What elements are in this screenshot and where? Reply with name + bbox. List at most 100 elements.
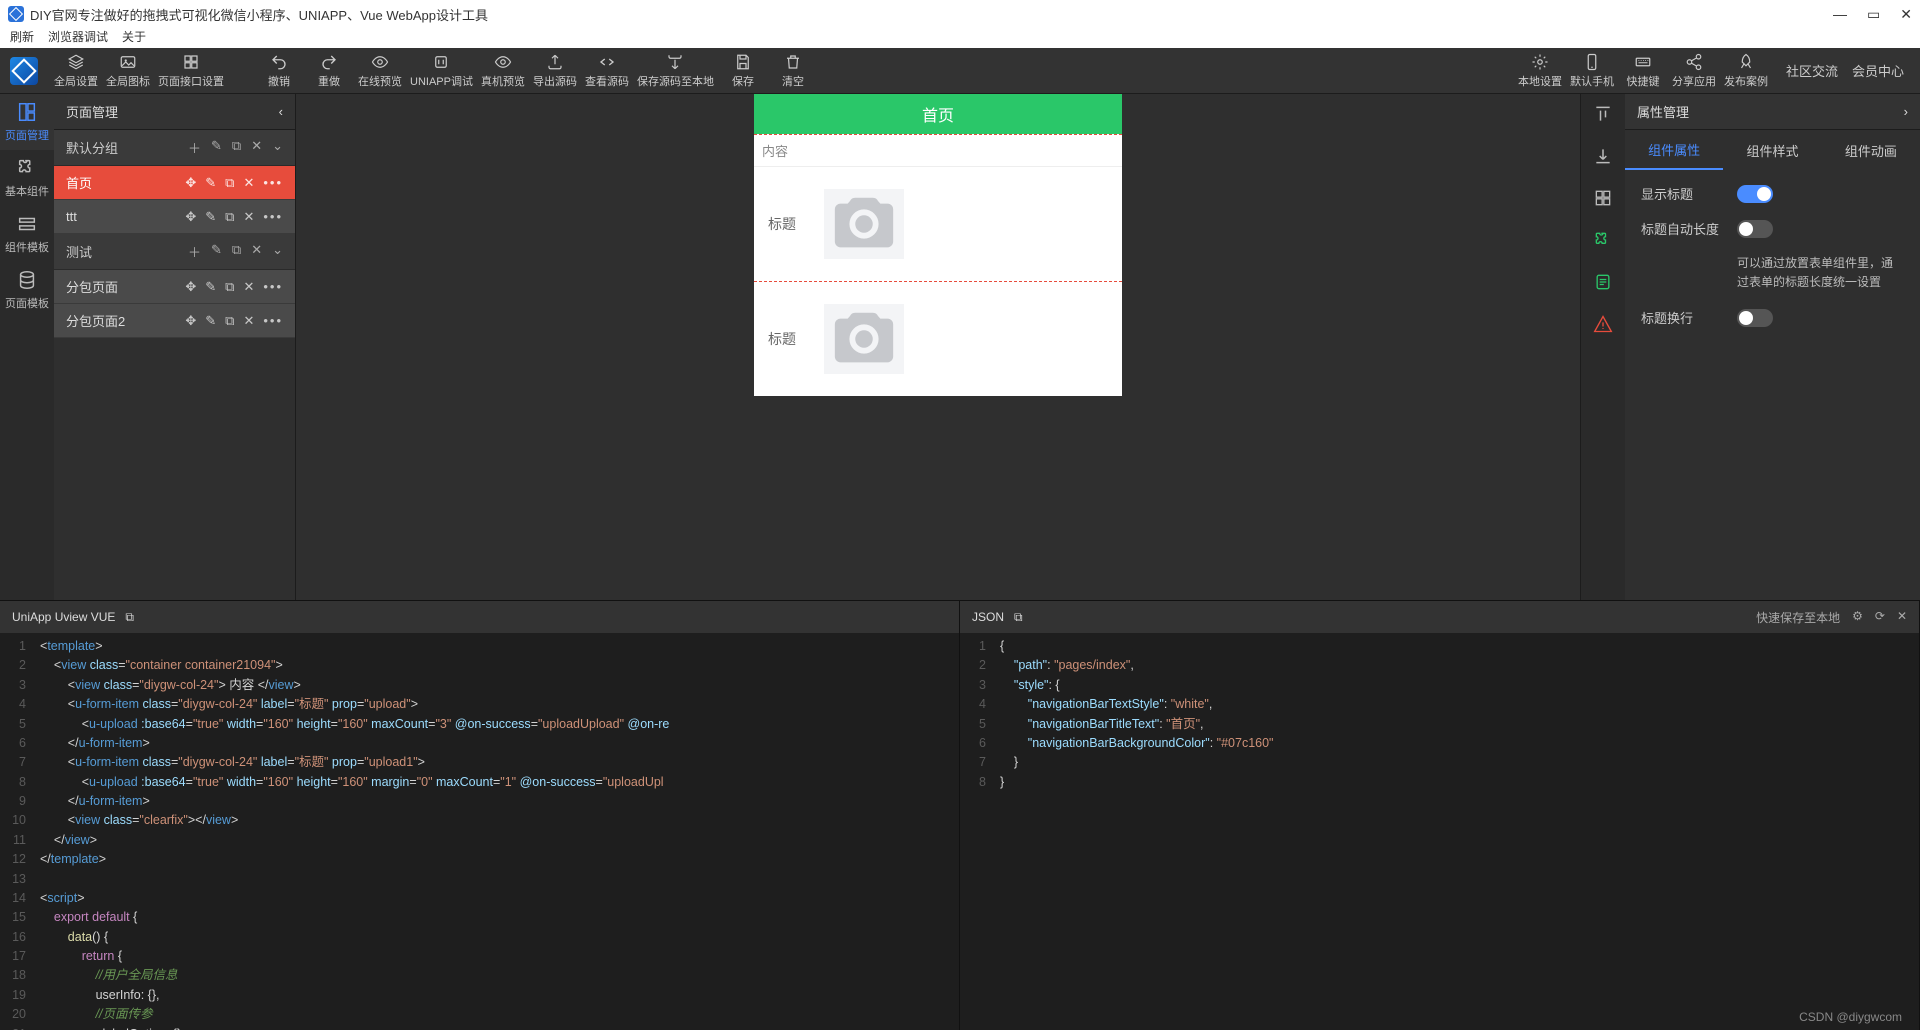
close-icon[interactable]: ✕	[251, 242, 262, 261]
design-canvas[interactable]: 首页 内容 标题 标题	[296, 94, 1580, 600]
left-tab[interactable]: 页面管理	[0, 94, 54, 150]
menu-item[interactable]: 关于	[122, 28, 146, 45]
move-icon[interactable]: ✥	[185, 209, 196, 225]
member-link[interactable]: 会员中心	[1852, 61, 1904, 80]
minimize-button[interactable]: —	[1833, 6, 1847, 23]
close-icon[interactable]: ✕	[1897, 609, 1907, 626]
form-item[interactable]: 标题	[754, 167, 1122, 281]
toolbar-uniapp-button[interactable]: UNIAPP调试	[406, 51, 477, 91]
copy-icon[interactable]: ⧉	[1014, 610, 1023, 625]
more-icon[interactable]: •••	[263, 175, 283, 190]
code-editor[interactable]: { "path": "pages/index", "style": { "nav…	[994, 633, 1919, 1030]
move-icon[interactable]: ✥	[185, 279, 196, 295]
toolbar-disk-button[interactable]: 保存	[718, 51, 768, 91]
expand-right-icon[interactable]: ›	[1904, 104, 1908, 119]
align-top-icon[interactable]	[1593, 104, 1613, 124]
more-icon[interactable]: •••	[263, 279, 283, 294]
toolbar-export-button[interactable]: 导出源码	[529, 51, 581, 91]
toolbar-save-button[interactable]: 保存源码至本地	[633, 51, 718, 91]
add-icon[interactable]: ＋	[188, 138, 201, 157]
close-icon[interactable]: ✕	[243, 313, 254, 329]
left-tab[interactable]: 基本组件	[0, 150, 54, 206]
tab-component-anim[interactable]: 组件动画	[1822, 130, 1920, 170]
prop-label: 标题自动长度	[1641, 219, 1721, 238]
form-item[interactable]: 标题	[754, 282, 1122, 396]
copy-icon[interactable]: ⧉	[232, 138, 241, 157]
code-editor[interactable]: <template> <view class="container contai…	[34, 633, 959, 1030]
auto-length-toggle[interactable]	[1737, 220, 1773, 238]
left-tab[interactable]: 组件模板	[0, 206, 54, 262]
more-icon[interactable]: •••	[263, 209, 283, 224]
menu-item[interactable]: 刷新	[10, 28, 34, 45]
close-icon[interactable]: ✕	[243, 209, 254, 225]
chevron-down-icon[interactable]: ⌄	[272, 242, 283, 261]
toolbar-code-button[interactable]: 查看源码	[581, 51, 633, 91]
page-group-header[interactable]: 测试＋✎⧉✕⌄	[54, 234, 295, 270]
toolbar-trash-button[interactable]: 清空	[768, 51, 818, 91]
quick-save-button[interactable]: 快速保存至本地	[1756, 609, 1840, 626]
chevron-down-icon[interactable]: ⌄	[272, 138, 283, 157]
upload-placeholder[interactable]	[824, 304, 904, 374]
toolbar-phone-button[interactable]: 默认手机	[1566, 51, 1618, 91]
close-icon[interactable]: ✕	[251, 138, 262, 157]
show-title-toggle[interactable]	[1737, 185, 1773, 203]
toolbar-eye-button[interactable]: 在线预览	[354, 51, 406, 91]
move-icon[interactable]: ✥	[185, 313, 196, 329]
copy-icon[interactable]: ⧉	[225, 313, 234, 329]
toolbar-layers-button[interactable]: 全局设置	[50, 51, 102, 91]
toolbar-grid-button[interactable]: 页面接口设置	[154, 51, 228, 91]
close-button[interactable]: ✕	[1900, 6, 1912, 23]
copy-icon[interactable]: ⧉	[225, 175, 234, 191]
puzzle-icon[interactable]	[1593, 230, 1613, 250]
menu-bar: 刷新 浏览器调试 关于	[0, 28, 1920, 48]
page-item[interactable]: 分包页面2✥✎⧉✕•••	[54, 304, 295, 338]
edit-icon[interactable]: ✎	[211, 138, 222, 157]
menu-item[interactable]: 浏览器调试	[48, 28, 108, 45]
form-label: 标题	[768, 329, 796, 349]
page-item[interactable]: 首页✥✎⧉✕•••	[54, 166, 295, 200]
edit-icon[interactable]: ✎	[205, 175, 216, 191]
move-icon[interactable]: ✥	[185, 175, 196, 191]
toolbar-rocket-button[interactable]: 发布案例	[1720, 51, 1772, 91]
phone-nav-title: 首页	[922, 102, 954, 126]
collapse-left-icon[interactable]: ‹	[279, 104, 283, 119]
gear-icon[interactable]: ⚙	[1852, 609, 1863, 626]
add-icon[interactable]: ＋	[188, 242, 201, 261]
copy-icon[interactable]: ⧉	[232, 242, 241, 261]
pages-icon	[16, 101, 38, 123]
edit-icon[interactable]: ✎	[211, 242, 222, 261]
close-icon[interactable]: ✕	[243, 175, 254, 191]
tab-component-style[interactable]: 组件样式	[1723, 130, 1821, 170]
tab-component-props[interactable]: 组件属性	[1625, 130, 1723, 170]
toolbar-eye-button[interactable]: 真机预览	[477, 51, 529, 91]
page-item[interactable]: ttt✥✎⧉✕•••	[54, 200, 295, 234]
more-icon[interactable]: •••	[263, 313, 283, 328]
form-icon[interactable]	[1593, 272, 1613, 292]
stack-icon	[16, 213, 38, 235]
copy-icon[interactable]: ⧉	[125, 610, 134, 625]
warning-icon[interactable]	[1593, 314, 1613, 334]
community-link[interactable]: 社区交流	[1786, 61, 1838, 80]
edit-icon[interactable]: ✎	[205, 313, 216, 329]
brand-logo-icon[interactable]	[10, 57, 38, 85]
close-icon[interactable]: ✕	[243, 279, 254, 295]
layout-icon[interactable]	[1593, 188, 1613, 208]
edit-icon[interactable]: ✎	[205, 209, 216, 225]
title-wrap-toggle[interactable]	[1737, 309, 1773, 327]
upload-placeholder[interactable]	[824, 189, 904, 259]
copy-icon[interactable]: ⧉	[225, 279, 234, 295]
maximize-button[interactable]: ▭	[1867, 6, 1880, 23]
toolbar-share-button[interactable]: 分享应用	[1668, 51, 1720, 91]
page-group-header[interactable]: 默认分组＋✎⧉✕⌄	[54, 130, 295, 166]
copy-icon[interactable]: ⧉	[225, 209, 234, 225]
toolbar-redo-button[interactable]: 重做	[304, 51, 354, 91]
toolbar-keyboard-button[interactable]: 快捷键	[1618, 51, 1668, 91]
edit-icon[interactable]: ✎	[205, 279, 216, 295]
page-item[interactable]: 分包页面✥✎⧉✕•••	[54, 270, 295, 304]
toolbar-gear-button[interactable]: 本地设置	[1514, 51, 1566, 91]
refresh-icon[interactable]: ⟳	[1875, 609, 1885, 626]
left-tab[interactable]: 页面模板	[0, 262, 54, 318]
toolbar-undo-button[interactable]: 撤销	[254, 51, 304, 91]
toolbar-image-button[interactable]: 全局图标	[102, 51, 154, 91]
download-icon[interactable]	[1593, 146, 1613, 166]
